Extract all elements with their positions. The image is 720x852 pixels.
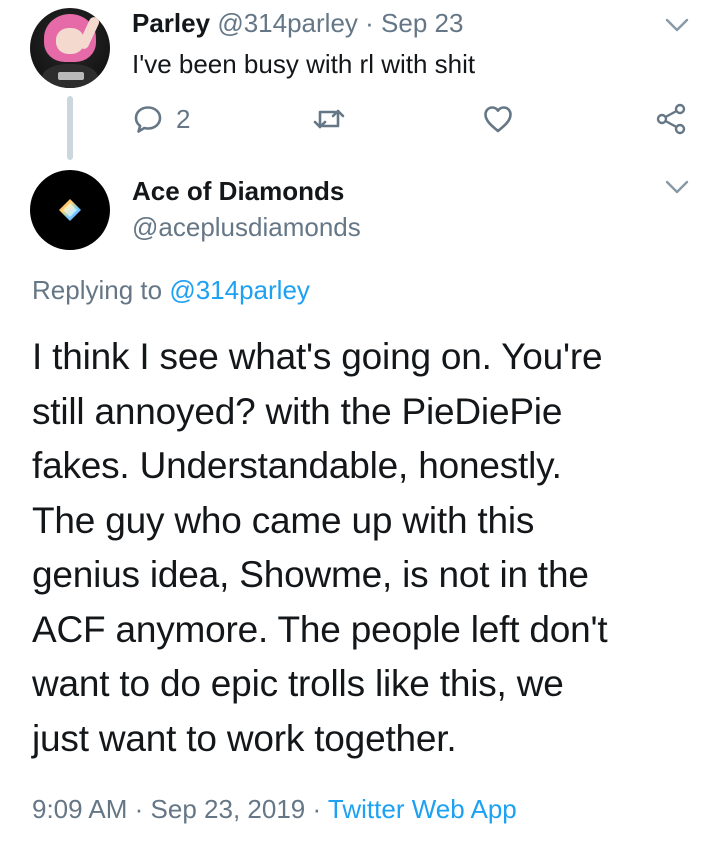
tweet-date[interactable]: Sep 23 [381, 8, 463, 38]
user-handle[interactable]: @aceplusdiamonds [132, 212, 361, 242]
thread-line [67, 96, 73, 160]
meta-separator: · [365, 8, 374, 38]
tweet-text-line: still annoyed? with the PieDiePie [32, 390, 563, 432]
tweet-time[interactable]: 9:09 AM [32, 794, 127, 824]
source-link[interactable]: Twitter Web App [328, 794, 517, 824]
reply-button[interactable]: 2 [132, 102, 190, 136]
display-name[interactable]: Ace of Diamonds [132, 176, 344, 206]
tweet-text-line: just want to work together. [32, 717, 457, 759]
chevron-down-icon[interactable] [664, 16, 690, 34]
chevron-down-icon[interactable] [664, 178, 690, 196]
avatar[interactable] [30, 170, 110, 250]
tweet-text-line: ACF anymore. The people left don't [32, 608, 608, 650]
share-icon [656, 103, 686, 135]
display-name[interactable]: Parley [132, 8, 210, 38]
share-button[interactable] [654, 102, 688, 136]
tweet-header: Parley @314parley · Sep 23 [132, 8, 463, 38]
like-button[interactable] [482, 102, 514, 136]
avatar[interactable] [30, 8, 110, 88]
meta-separator: · [134, 794, 144, 824]
heart-icon [484, 106, 512, 133]
tweet-date[interactable]: Sep 23, 2019 [151, 794, 306, 824]
replying-to: Replying to @314parley [32, 274, 310, 306]
reply-icon [134, 106, 162, 133]
tweet-text-line: The guy who came up with this [32, 499, 535, 541]
tweet-text-line: fakes. Understandable, honestly. [32, 445, 562, 486]
user-handle[interactable]: @314parley [217, 8, 358, 38]
parent-tweet: Parley @314parley · Sep 23 I've been bus… [0, 0, 720, 162]
tweet-actions: 2 [132, 102, 692, 136]
reply-count: 2 [176, 103, 191, 134]
replying-label: Replying to [32, 275, 163, 305]
diamond-logo-icon [59, 199, 81, 221]
retweet-icon [313, 109, 345, 129]
tweet-footer: 9:09 AM · Sep 23, 2019 · Twitter Web App [32, 792, 517, 826]
meta-separator: · [312, 794, 322, 824]
tweet-text-line: genius idea, Showme, is not in the [32, 554, 589, 595]
tweet-text-line: want to do epic trolls like this, we [32, 663, 564, 704]
retweet-button[interactable] [312, 102, 346, 136]
tweet-text-line: I think I see what's going on. You're [32, 336, 603, 377]
tweet-text: I've been busy with rl with shit [132, 49, 476, 79]
mention-link[interactable]: @314parley [169, 275, 310, 305]
tweet-text: I think I see what's going on. You're st… [32, 330, 702, 766]
